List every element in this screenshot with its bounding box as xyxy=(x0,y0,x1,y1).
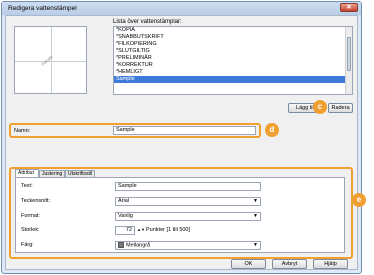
help-button[interactable]: Hjälp xyxy=(313,259,348,269)
cancel-button[interactable]: Avbryt xyxy=(272,259,307,269)
list-scrollbar[interactable] xyxy=(345,27,352,94)
close-button[interactable]: ✕ xyxy=(340,3,358,12)
style-label: Format: xyxy=(21,213,40,219)
list-item[interactable]: *PRELIMINÄR xyxy=(114,55,352,62)
name-label: Namn: xyxy=(14,128,31,134)
callout-e: e xyxy=(352,193,366,207)
font-select[interactable]: Arial ▼ xyxy=(115,197,261,206)
title-bar: Redigera vattenstämpel ✕ xyxy=(2,2,361,15)
style-select-value: Vanlig xyxy=(118,213,133,219)
font-label: Teckensnitt: xyxy=(21,198,51,204)
window-title: Redigera vattenstämpel xyxy=(8,5,77,12)
style-select[interactable]: Vanlig ▼ xyxy=(115,212,261,221)
callout-d: d xyxy=(265,123,279,137)
watermark-preview: Sample xyxy=(14,26,87,94)
list-scroll-thumb[interactable] xyxy=(347,37,351,71)
color-select[interactable]: Mellangrå ▼ xyxy=(115,241,261,250)
color-select-value: Mellangrå xyxy=(126,242,151,249)
preview-horizontal-guide xyxy=(15,61,86,62)
list-item[interactable]: *KORREKTUR xyxy=(114,62,352,69)
list-item[interactable]: *KOPIA xyxy=(114,27,352,34)
callout-c: c xyxy=(313,100,327,114)
watermark-list-label: Lista över vattenstämplar: xyxy=(113,19,182,25)
size-label: Storlek: xyxy=(21,227,40,233)
delete-button[interactable]: Radera xyxy=(328,103,353,113)
watermark-list-items: *KOPIA *SNABBUTSKRIFT *FILKOPIERING *SLUTGI… xyxy=(114,27,352,83)
chevron-down-icon: ▼ xyxy=(253,242,258,248)
list-item[interactable]: *FILKOPIERING xyxy=(114,41,352,48)
text-label: Text: xyxy=(21,183,33,189)
dialog-window: Redigera vattenstämpel ✕ Sample Lista öv… xyxy=(1,1,366,274)
color-swatch xyxy=(118,242,124,248)
list-item[interactable]: Sample xyxy=(114,76,352,83)
watermark-list[interactable]: *KOPIA *SNABBUTSKRIFT *FILKOPIERING *SLUTGI… xyxy=(113,26,353,95)
dialog-client: Sample Lista över vattenstämplar: *KOPIA… xyxy=(5,15,366,270)
list-item[interactable]: *SLUTGILTIG xyxy=(114,48,352,55)
list-item[interactable]: *SNABBUTSKRIFT xyxy=(114,34,352,41)
name-field[interactable]: Sample xyxy=(113,126,256,135)
attributes-panel: Text: Sample Teckensnitt: Arial ▼ Format… xyxy=(15,177,345,253)
text-field[interactable]: Sample xyxy=(115,182,261,191)
size-stepper[interactable]: 72 xyxy=(115,226,135,235)
ok-button[interactable]: OK xyxy=(231,259,266,269)
font-select-value: Arial xyxy=(118,198,130,204)
list-item[interactable]: *HEMLIGT xyxy=(114,69,352,76)
color-label: Färg: xyxy=(21,242,34,248)
chevron-down-icon: ▼ xyxy=(253,213,258,219)
size-spinner-icon[interactable]: ▲▼ xyxy=(137,227,145,232)
size-unit-label: Punkter [1 till 500] xyxy=(146,227,191,233)
chevron-down-icon: ▼ xyxy=(253,198,258,204)
